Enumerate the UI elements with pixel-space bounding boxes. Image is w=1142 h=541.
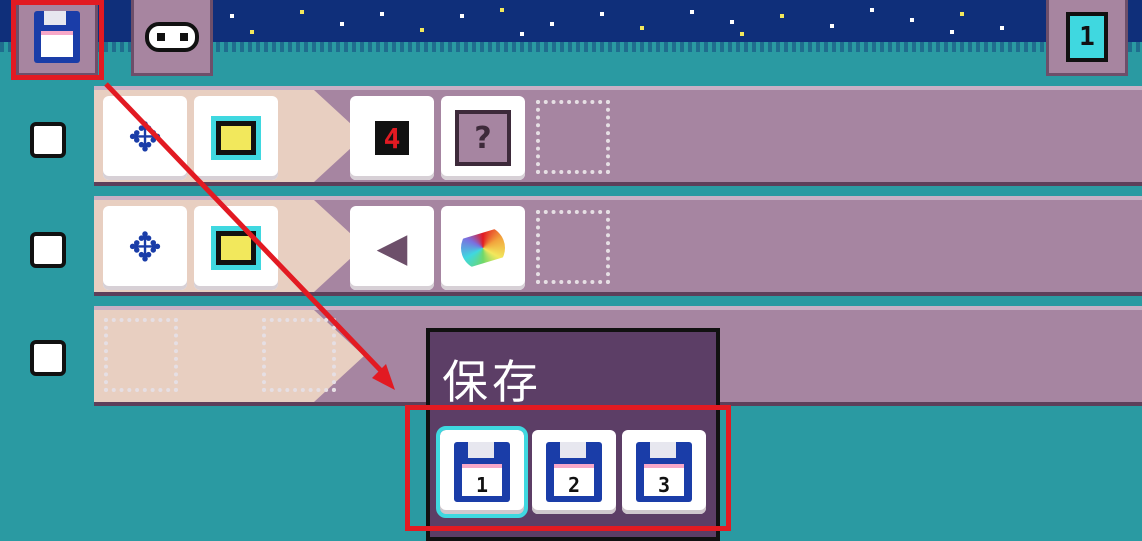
annotation-arrow [104,82,395,390]
